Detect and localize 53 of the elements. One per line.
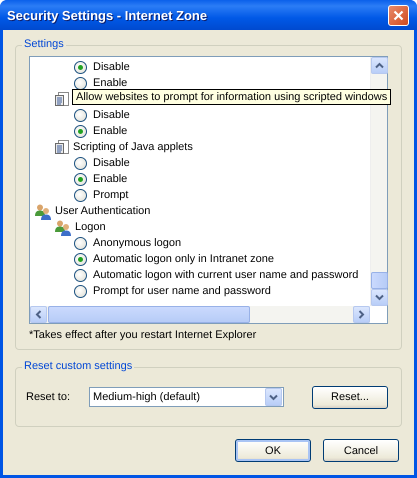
tooltip: Allow websites to prompt for information using scripted windows [72, 89, 392, 105]
users-icon [34, 202, 52, 220]
close-button[interactable] [388, 4, 409, 26]
script-icon [54, 91, 70, 107]
radio-button[interactable] [74, 108, 87, 122]
scroll-left-button[interactable] [30, 306, 47, 323]
category-label: User Authentication [55, 205, 150, 217]
option-label: Enable [93, 125, 128, 137]
window-title: Security Settings - Internet Zone [6, 8, 208, 22]
level-dropdown[interactable]: Medium-high (default) [89, 387, 284, 407]
radio-button[interactable] [74, 236, 87, 250]
option-label: Prompt for user name and password [93, 285, 271, 297]
option-label: Anonymous logon [93, 237, 182, 249]
radio-button[interactable] [74, 252, 87, 266]
footnote: *Takes effect after you restart Internet Explorer [29, 329, 258, 341]
reset-button[interactable]: Reset... [312, 386, 388, 408]
cancel-button[interactable]: Cancel [323, 439, 399, 462]
radio-button[interactable] [74, 188, 87, 202]
radio-button[interactable] [74, 60, 87, 74]
script-icon [54, 139, 70, 155]
radio-button[interactable] [74, 76, 87, 90]
scroll-thumb[interactable] [48, 306, 250, 323]
setting-label: Logon [75, 221, 106, 233]
option-label: Prompt [93, 189, 128, 201]
down-chevron-icon [375, 294, 384, 301]
reset-label: Reset to: [26, 391, 70, 403]
scroll-up-button[interactable] [371, 57, 388, 74]
radio-button[interactable] [74, 268, 87, 282]
radio-button[interactable] [74, 124, 87, 138]
ok-button[interactable]: OK [235, 439, 311, 462]
scroll-right-button[interactable] [353, 306, 370, 323]
right-chevron-icon [358, 310, 365, 319]
option-label: Disable [93, 61, 130, 73]
users-icon [54, 218, 72, 236]
dropdown-chevron-icon [269, 394, 278, 400]
radio-button[interactable] [74, 172, 87, 186]
horizontal-scrollbar[interactable] [30, 306, 370, 323]
option-label: Disable [93, 157, 130, 169]
group-legend: Settings [22, 38, 66, 50]
radio-button[interactable] [74, 284, 87, 298]
radio-button[interactable] [74, 156, 87, 170]
option-label: Automatic logon with current user name and password [93, 269, 358, 281]
up-chevron-icon [375, 62, 384, 69]
option-label: Enable [93, 77, 128, 89]
option-label: Automatic logon only in Intranet zone [93, 253, 274, 265]
option-label: Enable [93, 173, 128, 185]
option-label: Disable [93, 109, 130, 121]
scroll-thumb[interactable] [371, 272, 388, 289]
group-legend: Reset custom settings [22, 360, 134, 372]
close-icon [393, 10, 404, 20]
setting-label: Scripting of Java applets [73, 141, 193, 153]
scroll-down-button[interactable] [371, 289, 388, 306]
left-chevron-icon [35, 310, 42, 319]
